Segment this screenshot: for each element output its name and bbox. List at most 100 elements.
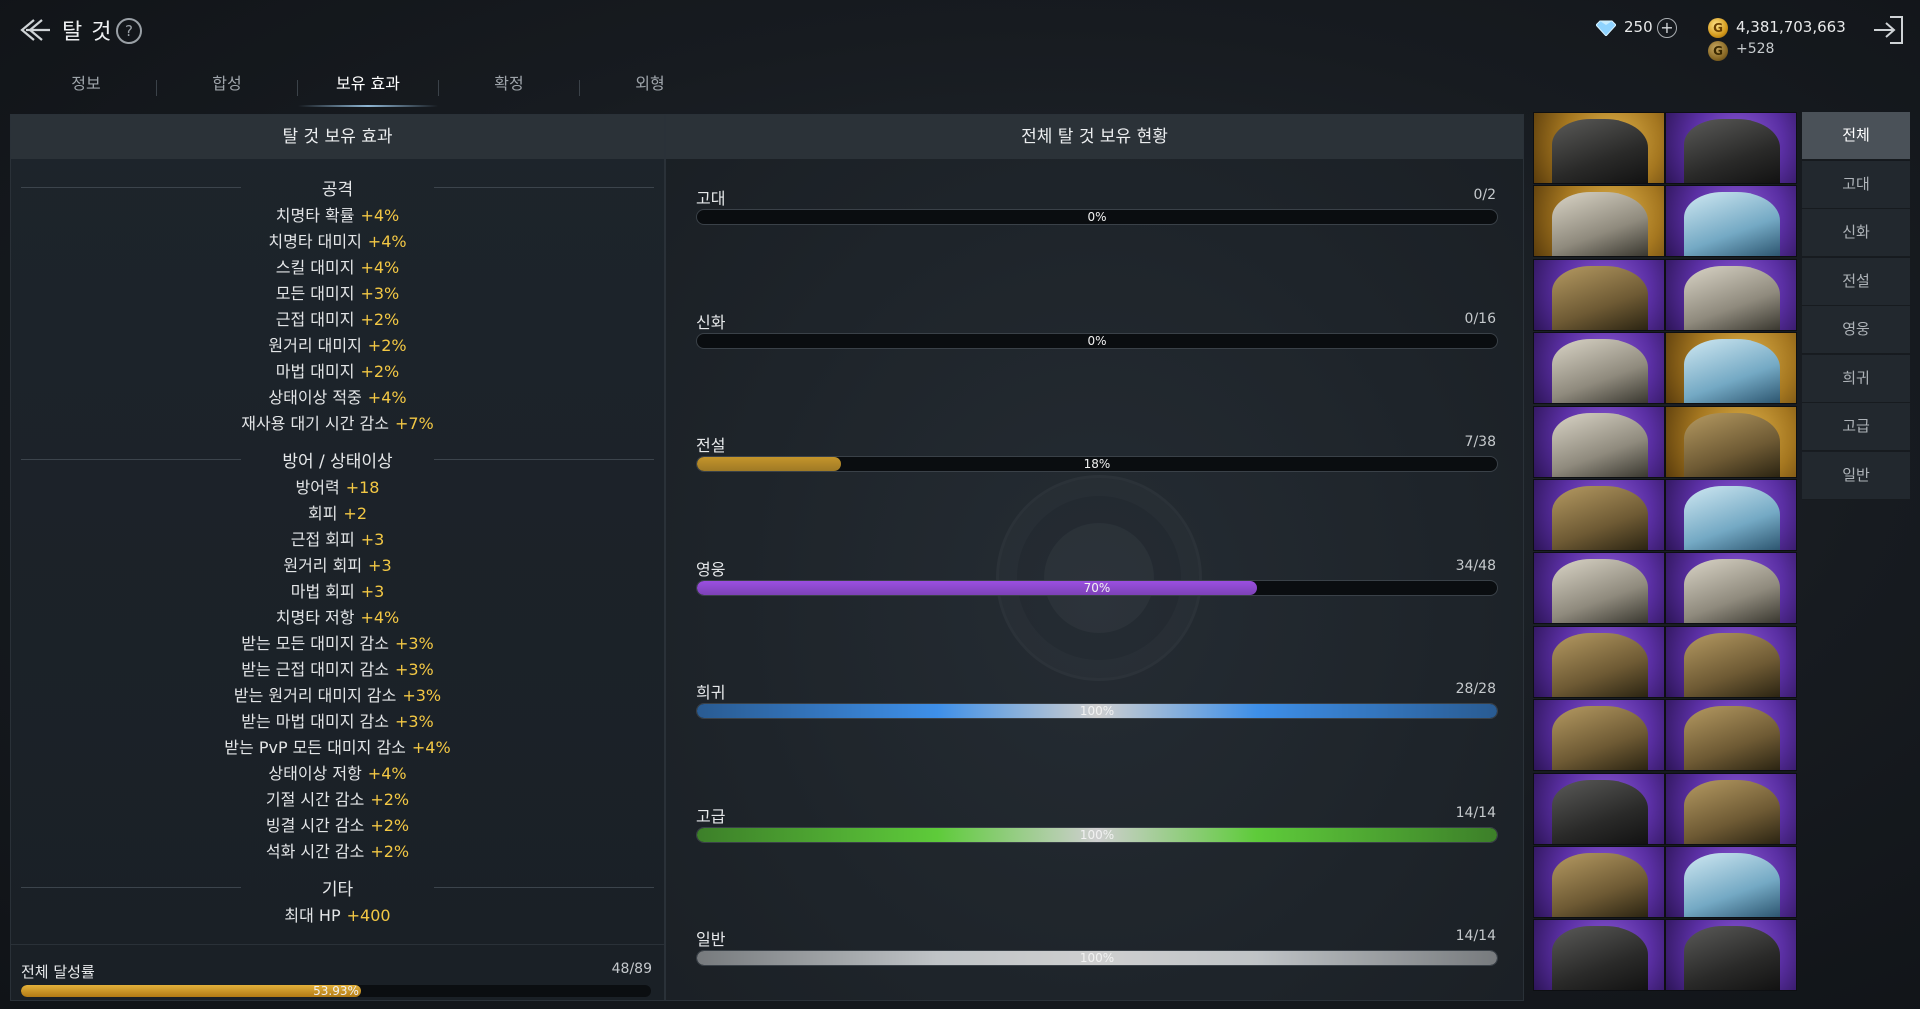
stat-value: +4% xyxy=(367,764,407,783)
stat-row: 스킬 대미지 +4% xyxy=(11,255,664,281)
section-divider xyxy=(21,887,241,888)
filter-item[interactable]: 전체 xyxy=(1802,112,1910,160)
section-title: 공격 xyxy=(11,175,664,200)
golden-drake-mount-portrait[interactable] xyxy=(1665,405,1797,478)
stat-name: 기절 시간 감소 xyxy=(265,790,365,809)
stat-row: 근접 대미지 +2% xyxy=(11,307,664,333)
horned-dragon-mount-portrait[interactable] xyxy=(1665,479,1797,551)
ram-mount-portrait[interactable] xyxy=(1533,552,1665,625)
exit-icon[interactable] xyxy=(1868,12,1908,48)
section-divider xyxy=(434,887,654,888)
total-achievement-count: 48/89 xyxy=(611,961,652,977)
plus-icon[interactable]: + xyxy=(1657,18,1677,38)
grade-progress: 신화 0/16 0% xyxy=(696,309,1498,369)
grade-name: 희귀 xyxy=(696,683,726,702)
filter-item[interactable]: 일반 xyxy=(1802,451,1910,500)
grade-progress: 고급 14/14 100% xyxy=(696,803,1498,863)
section-divider xyxy=(434,187,654,188)
stat-value: +3% xyxy=(394,712,434,731)
war-bear-mount-portrait[interactable] xyxy=(1533,479,1665,551)
stat-name: 상태이상 저항 xyxy=(268,764,362,783)
grade-count: 7/38 xyxy=(1464,434,1496,450)
grade-percent: 100% xyxy=(1079,704,1115,718)
stat-value: +4% xyxy=(360,206,400,225)
stat-name: 치명타 저항 xyxy=(275,608,355,627)
filter-item[interactable]: 영웅 xyxy=(1802,306,1910,354)
tab-bar: 정보 합성 보유 효과 확정 외형 xyxy=(8,62,668,112)
stat-name: 빙결 시간 감소 xyxy=(265,816,365,835)
section-title-label: 방어 / 상태이상 xyxy=(282,452,393,472)
stat-row: 방어력 +18 xyxy=(11,475,664,501)
stat-row: 회피 +2 xyxy=(11,501,664,527)
collection-status-panel: 전체 탈 것 보유 현황 고대 0/2 0% 신화 0/16 0% 전설 7/38 18% 영웅 3… xyxy=(665,114,1524,1001)
mount-creature-icon xyxy=(1684,339,1780,404)
tab-info[interactable]: 정보 xyxy=(16,72,156,108)
tab-collection-effect[interactable]: 보유 효과 xyxy=(298,72,438,108)
stat-name: 스킬 대미지 xyxy=(275,258,355,277)
stat-row: 모든 대미지 +3% xyxy=(11,281,664,307)
griffin-mount-portrait[interactable] xyxy=(1665,552,1797,625)
stat-value: +400 xyxy=(346,906,391,925)
grade-bar: 0% xyxy=(696,209,1498,225)
stat-value: +2 xyxy=(343,504,368,523)
filter-item[interactable]: 희귀 xyxy=(1802,354,1910,403)
red-eye-dragon-mount-portrait[interactable] xyxy=(1665,919,1797,992)
grade-name: 고급 xyxy=(696,806,726,826)
top-bar: 탈 것 ? 250 + G 4,381,703,663 G +528 xyxy=(0,0,1920,62)
total-achievement-bar: 53.93% xyxy=(21,985,651,997)
stat-row: 받는 근접 대미지 감소 +3% xyxy=(11,657,664,683)
grade-bar: 100% xyxy=(696,826,1498,843)
stat-row: 상태이상 저항 +4% xyxy=(11,761,664,787)
bone-drake-mount-portrait[interactable] xyxy=(1533,185,1665,258)
mount-creature-icon xyxy=(1684,192,1780,257)
filter-item[interactable]: 신화 xyxy=(1802,209,1910,257)
grade-progress: 영웅 34/48 70% xyxy=(696,556,1498,616)
filter-item[interactable]: 전설 xyxy=(1802,257,1910,306)
tusked-beast-mount-portrait[interactable] xyxy=(1665,699,1797,772)
section-title-label: 기타 xyxy=(321,880,354,900)
stat-name: 치명타 확률 xyxy=(275,206,355,225)
plated-rhino-mount-portrait[interactable] xyxy=(1533,699,1665,772)
stat-name: 상태이상 적중 xyxy=(268,388,362,407)
help-icon[interactable]: ? xyxy=(116,18,142,44)
white-lion-mount-portrait[interactable] xyxy=(1533,332,1665,405)
stat-row: 원거리 회피 +3 xyxy=(11,553,664,579)
grade-name: 신화 xyxy=(696,312,726,332)
tab-appearance[interactable]: 외형 xyxy=(580,72,720,108)
golden-wyvern-mount-portrait[interactable] xyxy=(1665,625,1797,698)
shadow-raptor-mount-portrait[interactable] xyxy=(1533,772,1665,845)
armored-steed-mount-portrait[interactable] xyxy=(1533,625,1665,698)
stat-value: +2% xyxy=(367,336,407,355)
grade-progress: 일반 14/14 100% xyxy=(696,926,1498,986)
crimson-drake-mount-portrait[interactable] xyxy=(1665,772,1797,845)
stat-value: +7% xyxy=(394,414,434,433)
ice-beast-mount-portrait[interactable] xyxy=(1665,185,1797,258)
gem-count: 250 xyxy=(1624,18,1653,36)
black-knight-mount-portrait[interactable] xyxy=(1533,919,1665,992)
dark-horse-mount-portrait[interactable] xyxy=(1533,112,1665,184)
armored-wolf-mount-portrait[interactable] xyxy=(1533,258,1665,331)
tab-synthesis[interactable]: 합성 xyxy=(157,72,297,108)
spider-beast-mount-portrait[interactable] xyxy=(1533,405,1665,478)
mount-creature-icon xyxy=(1684,119,1780,183)
storm-eagle-mount-portrait[interactable] xyxy=(1665,846,1797,918)
stat-value: +3% xyxy=(394,634,434,653)
mount-creature-icon xyxy=(1552,192,1648,257)
bronze-lion-mount-portrait[interactable] xyxy=(1533,846,1665,918)
tab-confirm[interactable]: 확정 xyxy=(439,72,579,108)
stat-value: +3% xyxy=(402,686,442,705)
filter-item[interactable]: 고대 xyxy=(1802,160,1910,209)
armored-boar-mount-portrait[interactable] xyxy=(1665,332,1797,405)
grade-name: 고대 xyxy=(696,189,726,208)
filter-item[interactable]: 고급 xyxy=(1802,403,1910,451)
stat-row: 원거리 대미지 +2% xyxy=(11,333,664,359)
stat-name: 원거리 대미지 xyxy=(268,336,362,355)
stat-value: +4% xyxy=(411,738,451,757)
stat-name: 회피 xyxy=(307,504,338,523)
grade-count: 0/2 xyxy=(1473,187,1496,203)
back-arrow-icon[interactable] xyxy=(16,12,56,48)
stat-row: 상태이상 적중 +4% xyxy=(11,385,664,411)
crystal-dragon-mount-portrait[interactable] xyxy=(1665,112,1797,184)
stat-name: 마법 회피 xyxy=(290,582,355,601)
sea-serpent-mount-portrait[interactable] xyxy=(1665,258,1797,331)
